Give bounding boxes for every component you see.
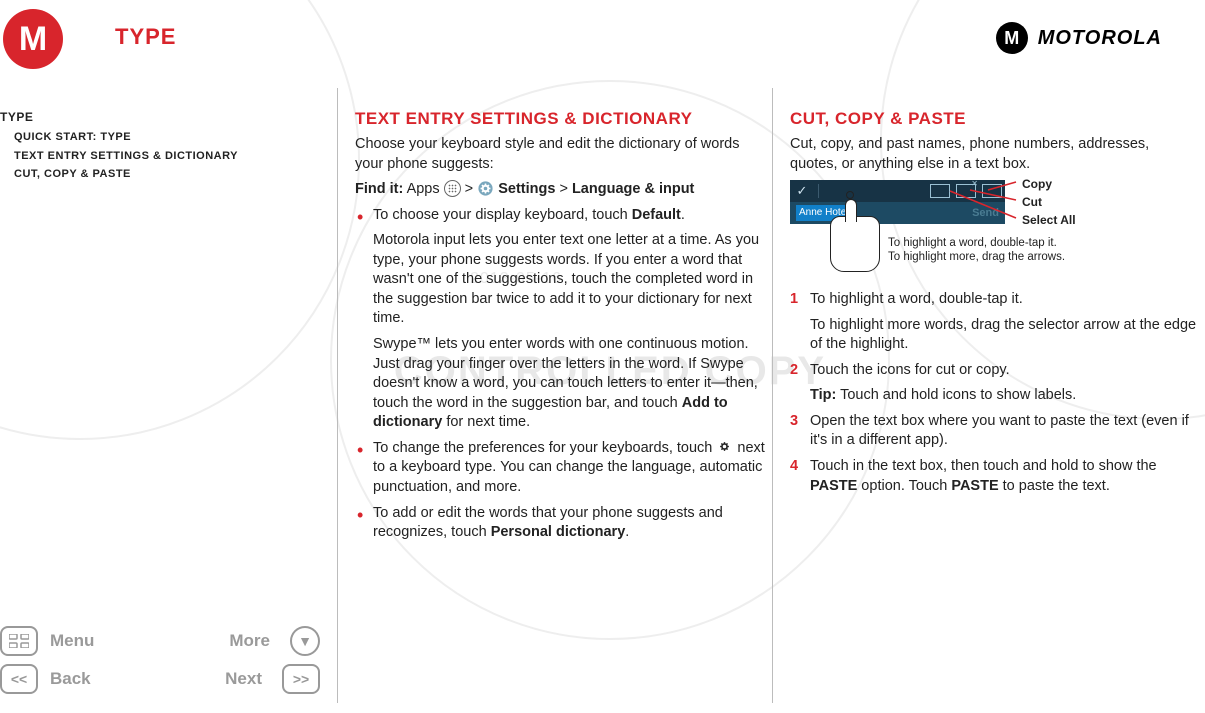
watermark-ring-left: [0, 0, 360, 440]
more-button[interactable]: More: [229, 631, 270, 651]
cut-copy-illustration: ✓ Anne Hotel Send Copy Cut Select All To…: [790, 180, 1090, 280]
column-divider: [772, 88, 773, 703]
motorola-m-logo: M: [3, 9, 63, 69]
apps-grid-icon: [444, 180, 461, 197]
bullet-item: To change the preferences for your keybo…: [355, 439, 765, 498]
find-it-path: Find it: Apps > Settings > Language & in…: [355, 180, 765, 200]
step-item: 4Touch in the text box, then touch and h…: [790, 457, 1200, 496]
callout-copy: Copy: [1022, 176, 1052, 192]
sidebar-heading[interactable]: TYPE: [0, 110, 300, 124]
sidebar-item-cutcopy[interactable]: CUT, COPY & PASTE: [14, 165, 300, 184]
section-title: TEXT ENTRY SETTINGS & DICTIONARY: [355, 108, 765, 131]
settings-slider-icon: [716, 438, 733, 455]
step-sub: To highlight more words, drag the select…: [810, 316, 1200, 355]
illustration-tip: To highlight a word, double-tap it. To h…: [888, 236, 1065, 265]
bullet-item: To add or edit the words that your phone…: [355, 504, 765, 543]
body-paragraph: Motorola input lets you enter text one l…: [373, 231, 765, 329]
step-item: 1To highlight a word, double-tap it.: [790, 290, 1200, 310]
motorola-wordmark: MOTOROLA: [1038, 27, 1162, 50]
step-item: 3Open the text box where you want to pas…: [790, 412, 1200, 451]
back-button[interactable]: Back: [50, 669, 120, 689]
next-icon[interactable]: >>: [282, 664, 320, 694]
back-icon[interactable]: <<: [0, 664, 38, 694]
column-text-entry: TEXT ENTRY SETTINGS & DICTIONARY Choose …: [355, 108, 765, 549]
more-icon[interactable]: ▼: [290, 626, 320, 656]
body-paragraph: Swype™ lets you enter words with one con…: [373, 335, 765, 433]
section-intro: Choose your keyboard style and edit the …: [355, 135, 765, 174]
motorola-brand: M MOTOROLA: [996, 22, 1162, 54]
footer-nav: Menu More ▼ << Back Next >>: [0, 626, 320, 702]
sidebar-item-quickstart[interactable]: QUICK START: TYPE: [14, 128, 300, 147]
sidebar-item-dictionary[interactable]: TEXT ENTRY SETTINGS & DICTIONARY: [14, 147, 300, 166]
callout-select-all: Select All: [1022, 212, 1076, 228]
menu-button[interactable]: Menu: [50, 631, 120, 651]
section-intro: Cut, copy, and past names, phone numbers…: [790, 135, 1200, 174]
section-title: CUT, COPY & PASTE: [790, 108, 1200, 131]
step-item: 2Touch the icons for cut or copy.: [790, 361, 1200, 381]
menu-icon[interactable]: [0, 626, 38, 656]
column-divider: [337, 88, 338, 703]
page-title: TYPE: [115, 24, 176, 50]
column-cut-copy-paste: CUT, COPY & PASTE Cut, copy, and past na…: [790, 108, 1200, 502]
callout-cut: Cut: [1022, 194, 1042, 210]
sidebar-nav: TYPE QUICK START: TYPE TEXT ENTRY SETTIN…: [0, 110, 300, 184]
settings-gear-icon: [477, 180, 494, 197]
next-button[interactable]: Next: [225, 669, 262, 689]
motorola-batwing-icon: M: [996, 22, 1028, 54]
bullet-item: To choose your display keyboard, touch D…: [355, 206, 765, 226]
step-tip: Tip: Touch and hold icons to show labels…: [810, 386, 1200, 406]
